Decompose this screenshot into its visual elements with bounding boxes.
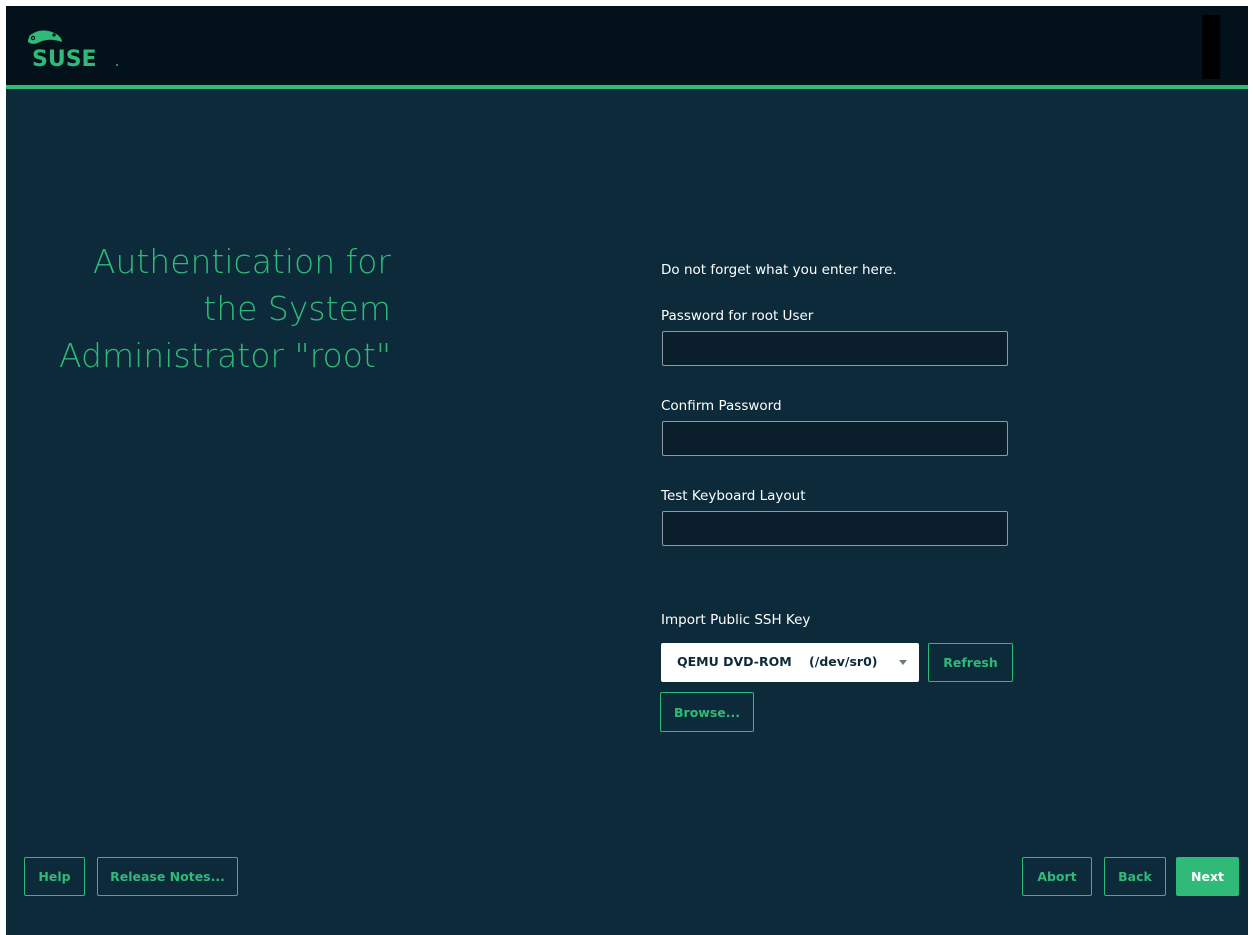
password-label: Password for root User	[661, 308, 814, 324]
logo-text: SUSE	[32, 47, 97, 72]
keyboard-layout-label: Test Keyboard Layout	[661, 488, 806, 504]
notice-text: Do not forget what you enter here.	[661, 262, 897, 278]
browse-button[interactable]: Browse...	[660, 692, 754, 732]
next-button[interactable]: Next	[1176, 857, 1239, 896]
chevron-down-icon	[899, 660, 907, 665]
corner-block	[1202, 15, 1220, 79]
page-title-line: Authentication for	[92, 242, 391, 281]
back-button[interactable]: Back	[1104, 857, 1166, 896]
ssh-device-select[interactable]: QEMU DVD-ROM (/dev/sr0)	[661, 643, 919, 682]
confirm-password-label: Confirm Password	[661, 398, 782, 414]
ssh-key-label: Import Public SSH Key	[661, 612, 811, 628]
page-title-line: the System	[203, 289, 391, 328]
top-bar: SUSE	[6, 6, 1248, 85]
refresh-button[interactable]: Refresh	[928, 643, 1013, 682]
ssh-device-selected: QEMU DVD-ROM (/dev/sr0)	[677, 654, 878, 669]
header-accent-line	[6, 85, 1248, 89]
confirm-password-input[interactable]	[662, 421, 1008, 456]
release-notes-button[interactable]: Release Notes...	[97, 857, 238, 896]
password-input[interactable]	[662, 331, 1008, 366]
help-button[interactable]: Help	[24, 857, 85, 896]
suse-logo: SUSE	[28, 30, 118, 72]
page-title: Authentication for the System Administra…	[26, 238, 391, 379]
abort-button[interactable]: Abort	[1022, 857, 1092, 896]
installer-window: SUSE Authentication for the System Admin…	[6, 6, 1248, 935]
keyboard-layout-input[interactable]	[662, 511, 1008, 546]
page-title-line: Administrator "root"	[59, 336, 391, 375]
